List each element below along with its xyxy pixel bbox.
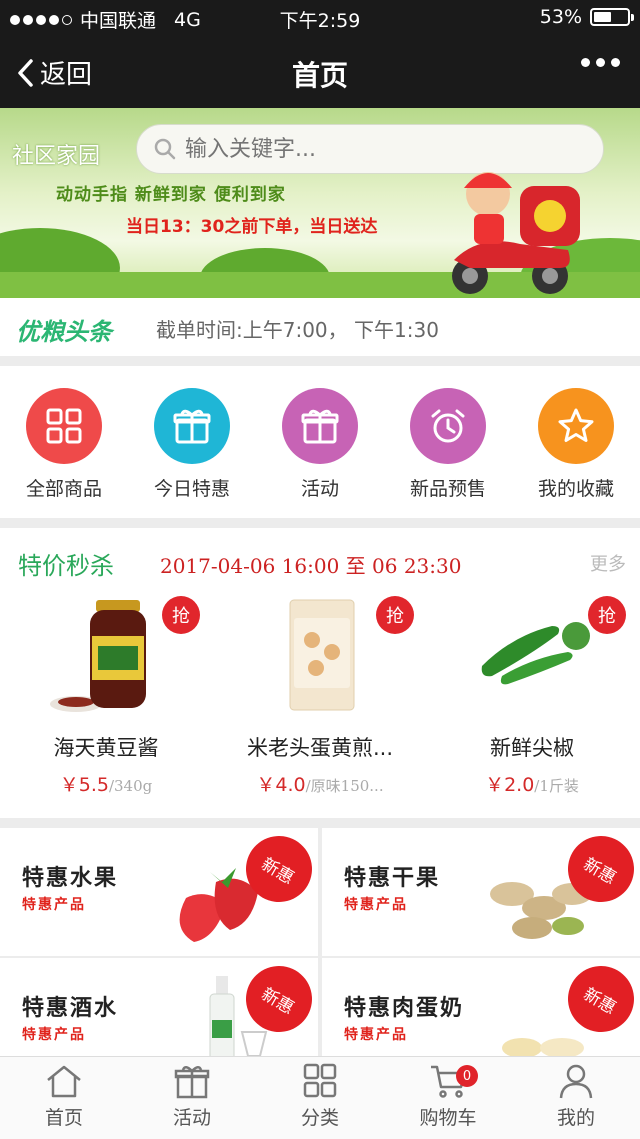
tab-label: 活动 bbox=[172, 1107, 211, 1129]
cutoff-time-text: 截单时间:上午7:00， 下午1:30 bbox=[156, 318, 439, 342]
category-label: 今日特惠 bbox=[153, 478, 230, 500]
category-label: 新品预售 bbox=[409, 478, 486, 500]
product-price: ￥5.5/340g bbox=[6, 770, 206, 797]
product-card[interactable]: 抢 米老头蛋黄煎... ￥4.0/原味150... bbox=[220, 590, 420, 810]
tab-label: 购物车 bbox=[419, 1107, 477, 1129]
gift-icon bbox=[174, 1066, 210, 1099]
soybean-paste-jar-image bbox=[50, 600, 146, 712]
bottom-tab-bar: 首页 活动 分类 0 购物车 我的 bbox=[0, 1056, 640, 1139]
tab-categories[interactable]: 分类 bbox=[256, 1063, 384, 1130]
price-unit: /340g bbox=[108, 777, 153, 795]
category-today-deals[interactable]: 今日特惠 bbox=[128, 388, 256, 501]
category-all-products[interactable]: 全部商品 bbox=[0, 388, 128, 501]
price-unit: /1斤装 bbox=[534, 777, 579, 795]
grab-badge: 抢 bbox=[162, 596, 200, 634]
category-label: 我的收藏 bbox=[537, 478, 614, 500]
product-price: ￥4.0/原味150... bbox=[220, 770, 420, 797]
flash-sale-title: 特价秒杀 bbox=[18, 552, 114, 580]
special-title: 特惠水果 bbox=[22, 866, 119, 891]
product-card[interactable]: 抢 海天黄豆酱 ￥5.5/340g bbox=[6, 590, 206, 810]
headline-notice[interactable]: 优粮头条 截单时间:上午7:00， 下午1:30 bbox=[0, 298, 640, 356]
tab-home[interactable]: 首页 bbox=[0, 1063, 128, 1130]
search-icon bbox=[154, 138, 176, 160]
grab-badge: 抢 bbox=[588, 596, 626, 634]
alarm-clock-icon bbox=[410, 388, 486, 464]
search-input[interactable] bbox=[183, 135, 567, 163]
special-subtitle: 特惠产品 bbox=[22, 897, 86, 913]
banner-slogan: 动动手指 新鲜到家 便利到家 bbox=[56, 185, 286, 205]
tab-cart[interactable]: 0 购物车 bbox=[384, 1063, 512, 1130]
user-icon bbox=[559, 1064, 593, 1099]
grab-badge: 抢 bbox=[376, 596, 414, 634]
product-name: 米老头蛋黄煎... bbox=[246, 736, 394, 760]
more-menu-icon[interactable] bbox=[581, 58, 620, 67]
special-title: 特惠酒水 bbox=[22, 996, 119, 1021]
grid-icon bbox=[26, 388, 102, 464]
special-tile-meat-egg-dairy[interactable]: 特惠肉蛋奶 特惠产品 新惠 bbox=[322, 958, 640, 1058]
category-label: 活动 bbox=[300, 478, 339, 500]
tab-label: 首页 bbox=[44, 1107, 83, 1129]
headline-tag: 优粮头条 bbox=[16, 318, 112, 346]
special-subtitle: 特惠产品 bbox=[344, 1027, 408, 1043]
green-pepper-image bbox=[481, 622, 590, 685]
category-favorites[interactable]: 我的收藏 bbox=[512, 388, 640, 501]
product-card[interactable]: 抢 新鲜尖椒 ￥2.0/1斤装 bbox=[432, 590, 632, 810]
special-tile-fruit[interactable]: 特惠水果 特惠产品 新惠 bbox=[0, 828, 318, 956]
flash-sale-time: 2017-04-06 16:00 至 06 23:30 bbox=[160, 554, 462, 578]
special-subtitle: 特惠产品 bbox=[22, 1027, 86, 1043]
tab-mine[interactable]: 我的 bbox=[512, 1063, 640, 1130]
special-subtitle: 特惠产品 bbox=[344, 897, 408, 913]
tab-label: 我的 bbox=[556, 1107, 595, 1129]
tab-activities[interactable]: 活动 bbox=[128, 1063, 256, 1130]
price-unit: /原味150... bbox=[305, 777, 384, 795]
battery-icon bbox=[590, 8, 634, 26]
product-name: 海天黄豆酱 bbox=[53, 736, 159, 760]
gift-icon bbox=[282, 388, 358, 464]
promo-banner[interactable]: 社区家园 动动手指 新鲜到家 便利到家 当日13：30之前下单，当日送达 bbox=[0, 108, 640, 298]
grid-icon bbox=[303, 1063, 337, 1098]
flash-sale-section: 特价秒杀 2017-04-06 16:00 至 06 23:30 更多 抢 海天… bbox=[0, 528, 640, 818]
more-link[interactable]: 更多 bbox=[590, 550, 626, 576]
brand-label: 社区家园 bbox=[12, 144, 101, 169]
egg-yolk-cracker-bag-image bbox=[289, 599, 355, 711]
special-title: 特惠干果 bbox=[344, 866, 441, 891]
product-price: ￥2.0/1斤装 bbox=[432, 770, 632, 797]
category-activities[interactable]: 活动 bbox=[256, 388, 384, 501]
page-title: 首页 bbox=[291, 59, 348, 92]
product-name: 新鲜尖椒 bbox=[490, 736, 574, 760]
star-icon bbox=[538, 388, 614, 464]
category-presale[interactable]: 新品预售 bbox=[384, 388, 512, 501]
battery-percent: 53% bbox=[539, 6, 582, 28]
price-value: ￥4.0 bbox=[256, 774, 306, 796]
category-label: 全部商品 bbox=[25, 478, 102, 500]
banner-delivery-note: 当日13：30之前下单，当日送达 bbox=[126, 217, 378, 237]
cart-count-badge: 0 bbox=[456, 1065, 478, 1087]
nav-bar: 返回 首页 bbox=[0, 36, 640, 108]
status-bar: 中国联通 4G 下午2:59 53% bbox=[0, 0, 640, 36]
gift-icon bbox=[154, 388, 230, 464]
delivery-scooter-illustration bbox=[452, 172, 580, 294]
category-row: 全部商品 今日特惠 活动 新品预售 我的收藏 bbox=[0, 366, 640, 518]
special-tile-dried-fruit[interactable]: 特惠干果 特惠产品 新惠 bbox=[322, 828, 640, 956]
price-value: ￥2.0 bbox=[485, 774, 535, 796]
price-value: ￥5.5 bbox=[59, 774, 109, 796]
special-title: 特惠肉蛋奶 bbox=[344, 996, 465, 1021]
tab-label: 分类 bbox=[300, 1107, 339, 1129]
home-icon bbox=[47, 1065, 81, 1098]
special-tile-drinks[interactable]: 特惠酒水 特惠产品 新惠 bbox=[0, 958, 318, 1058]
